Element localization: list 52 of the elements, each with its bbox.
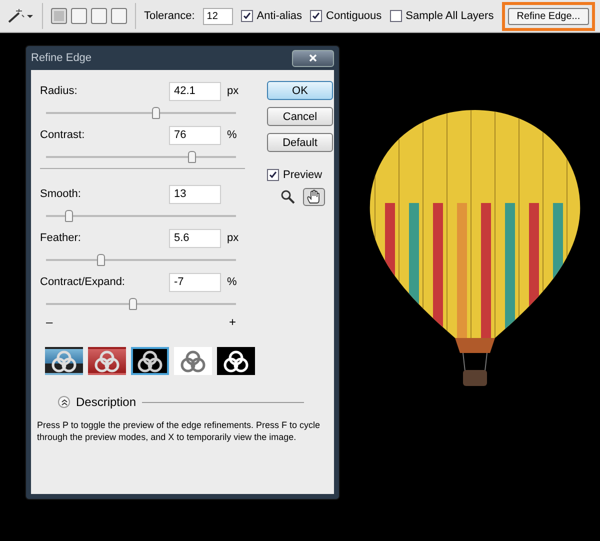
setting-label: Contract/Expand: [40,276,126,288]
slider-thumb[interactable] [64,210,73,222]
selection-mode-icon[interactable] [51,8,67,24]
refine-edge-button[interactable]: Refine Edge... [508,8,590,24]
selection-mode-icon[interactable] [111,8,127,24]
description-text: Press P to toggle the preview of the edge refinements. Press F to cycle through the preview modes, and X to temporarily view the image. [37,419,321,444]
setting-label: Feather: [40,232,82,244]
checkmark-icon [312,12,320,20]
view-mode-thumbnail[interactable] [45,347,83,375]
value-field[interactable]: -7 [169,272,221,292]
value-field[interactable]: 42.1 [169,82,221,100]
tolerance-field[interactable]: 12 [202,8,233,24]
close-button[interactable] [292,50,334,66]
zoom-icon[interactable] [279,188,297,206]
view-mode-thumbnail[interactable] [174,347,212,375]
value-field[interactable]: 13 [169,184,221,204]
hand-icon[interactable] [303,188,325,206]
value-field[interactable]: 76 [169,126,221,144]
unit-label: px [227,85,239,97]
view-mode-thumbnail[interactable] [88,347,126,375]
view-mode-thumbnail[interactable] [131,347,169,375]
value-field[interactable]: 5.6 [169,228,221,248]
option-checkbox[interactable]: Anti-alias [240,10,302,22]
view-mode-thumbnail[interactable] [217,347,255,375]
dialog-button[interactable]: OK [267,81,333,100]
selection-mode-icon[interactable] [71,8,87,24]
dialog-button[interactable]: Default [267,133,333,152]
preview-checkbox[interactable]: Preview [267,169,333,181]
unit-label: % [227,129,237,141]
checkmark-icon [269,171,277,179]
dialog-title: Refine Edge [31,52,92,64]
tolerance-label: Tolerance: [144,10,195,22]
expand-toggle-icon[interactable] [58,396,70,408]
slider-thumb[interactable] [129,298,138,310]
option-checkbox[interactable]: Contiguous [310,10,382,22]
close-icon [309,54,317,62]
plus-label: + [228,315,236,329]
slider-thumb[interactable] [188,151,196,163]
section-heading: Description [76,395,136,409]
setting-label: Smooth: [40,188,82,200]
option-checkbox[interactable]: Sample All Layers [390,10,494,22]
slider-thumb[interactable] [97,254,106,266]
setting-label: Contrast: [40,129,86,141]
minus-label: – [46,315,53,329]
slider-thumb[interactable] [152,107,160,119]
magic-wand-icon[interactable] [6,8,34,24]
unit-label: % [227,276,237,288]
setting-label: Radius: [40,85,78,97]
unit-label: px [227,232,239,244]
selection-mode-icon[interactable] [91,8,107,24]
dialog-button[interactable]: Cancel [267,107,333,126]
checkmark-icon [242,12,251,20]
